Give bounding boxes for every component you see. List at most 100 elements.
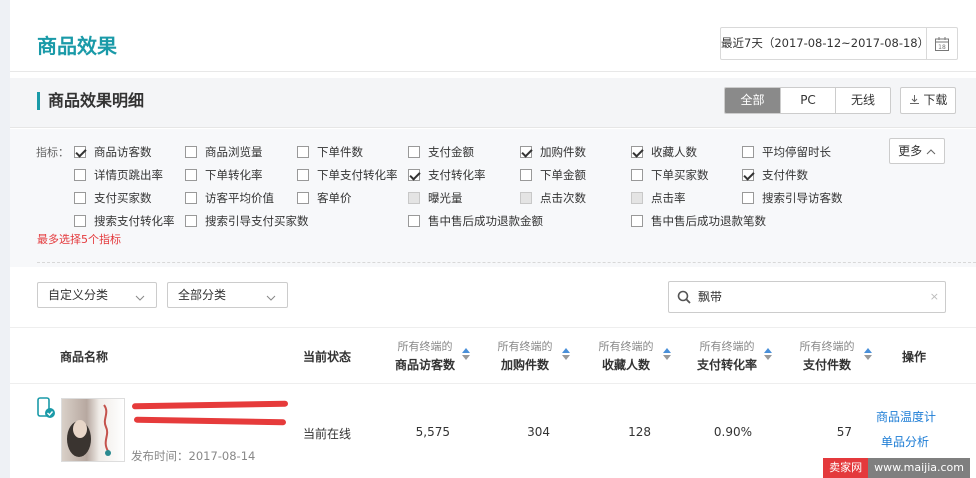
tab-pc[interactable]: PC <box>780 88 835 113</box>
sort-icon[interactable] <box>864 348 872 363</box>
checkbox-box[interactable] <box>742 146 754 158</box>
col-metric-header[interactable]: 所有终端的 商品访客数 <box>390 337 460 375</box>
sort-icon[interactable] <box>764 348 772 363</box>
more-button[interactable]: 更多 <box>889 138 945 164</box>
checkbox-box[interactable] <box>185 192 197 204</box>
checkbox-box[interactable] <box>742 169 754 181</box>
metric-checkbox[interactable]: 收藏人数 <box>631 144 697 160</box>
checkbox-box[interactable] <box>631 146 643 158</box>
checkbox-box[interactable] <box>520 192 532 204</box>
metric-checkbox[interactable]: 下单金额 <box>520 167 586 183</box>
checkbox-box[interactable] <box>74 169 86 181</box>
col-product-name: 商品名称 <box>60 350 109 364</box>
metric-checkbox[interactable]: 支付买家数 <box>74 190 152 206</box>
date-range-text[interactable]: 最近7天（2017-08-12~2017-08-18） <box>721 28 929 59</box>
checkbox-box[interactable] <box>185 146 197 158</box>
date-range-picker[interactable]: 最近7天（2017-08-12~2017-08-18） 18 <box>720 27 958 60</box>
sort-icon[interactable] <box>663 348 671 363</box>
checkbox-box[interactable] <box>631 215 643 227</box>
metric-checkbox[interactable]: 平均停留时长 <box>742 144 831 160</box>
metric-checkbox[interactable]: 搜索引导支付买家数 <box>185 213 309 229</box>
metric-checkbox[interactable]: 访客平均价值 <box>185 190 274 206</box>
col-metric-header[interactable]: 所有终端的 收藏人数 <box>591 337 661 375</box>
product-title-redacted[interactable] <box>131 400 292 428</box>
checkbox-box[interactable] <box>520 146 532 158</box>
checkbox-box[interactable] <box>408 192 420 204</box>
metric-checkbox[interactable]: 加购件数 <box>520 144 586 160</box>
metric-checkbox-label: 下单支付转化率 <box>317 168 398 182</box>
clear-icon[interactable]: × <box>930 282 939 312</box>
checkbox-box[interactable] <box>74 146 86 158</box>
item-analysis-link[interactable]: 单品分析 <box>881 433 929 450</box>
metric-checkbox[interactable]: 点击次数 <box>520 190 586 206</box>
sort-icon[interactable] <box>562 348 570 363</box>
checkbox-box[interactable] <box>185 215 197 227</box>
col-metric-prefix: 所有终端的 <box>497 340 553 353</box>
product-thumbnail[interactable] <box>61 398 125 462</box>
checkbox-box[interactable] <box>185 169 197 181</box>
checkbox-box[interactable] <box>408 169 420 181</box>
mobile-icon <box>36 397 56 422</box>
search-icon <box>677 290 691 307</box>
col-metric-prefix: 所有终端的 <box>598 340 654 353</box>
metric-checkbox-label: 支付买家数 <box>94 191 152 205</box>
metric-checkbox[interactable]: 点击率 <box>631 190 686 206</box>
metric-checkbox-label: 平均停留时长 <box>762 145 831 159</box>
metric-label: 指标： <box>36 146 69 159</box>
checkbox-box[interactable] <box>742 192 754 204</box>
metric-checkbox-label: 售中售后成功退款笔数 <box>651 214 766 228</box>
tab-mobile[interactable]: 无线 <box>835 88 890 113</box>
table-header: 商品名称 当前状态 操作 所有终端的 商品访客数 所有终端的 加购件数 所有终端的 收藏人… <box>10 327 976 384</box>
sort-icon[interactable] <box>462 348 470 363</box>
more-label: 更多 <box>898 144 923 158</box>
checkbox-box[interactable] <box>74 192 86 204</box>
all-category-dropdown[interactable]: 全部分类 <box>167 282 288 308</box>
metric-checkbox-label: 搜索引导访客数 <box>762 191 843 205</box>
metric-checkbox[interactable]: 下单件数 <box>297 144 363 160</box>
metric-checkbox[interactable]: 下单买家数 <box>631 167 709 183</box>
metric-checkbox[interactable]: 支付金额 <box>408 144 474 160</box>
checkbox-box[interactable] <box>631 192 643 204</box>
metric-checkbox-label: 点击率 <box>651 191 686 205</box>
metric-checkbox-label: 加购件数 <box>540 145 586 159</box>
metric-checkbox-label: 搜索支付转化率 <box>94 214 175 228</box>
search-input[interactable]: 飘带 <box>698 282 722 312</box>
checkbox-box[interactable] <box>631 169 643 181</box>
metric-checkbox[interactable]: 搜索支付转化率 <box>74 213 175 229</box>
metric-checkbox[interactable]: 支付件数 <box>742 167 808 183</box>
metric-checkbox-label: 收藏人数 <box>651 145 697 159</box>
metric-checkbox[interactable]: 曝光量 <box>408 190 463 206</box>
checkbox-box[interactable] <box>520 169 532 181</box>
metric-checkbox[interactable]: 下单支付转化率 <box>297 167 398 183</box>
metric-checkbox[interactable]: 售中售后成功退款金额 <box>408 213 543 229</box>
col-action: 操作 <box>902 350 927 364</box>
checkbox-box[interactable] <box>297 192 309 204</box>
col-metric-header[interactable]: 所有终端的 支付件数 <box>792 337 862 375</box>
metric-checkbox[interactable]: 支付转化率 <box>408 167 486 183</box>
checkbox-box[interactable] <box>297 146 309 158</box>
metric-checkbox-label: 支付金额 <box>428 145 474 159</box>
col-metric-header[interactable]: 所有终端的 加购件数 <box>490 337 560 375</box>
metric-checkbox[interactable]: 商品访客数 <box>74 144 152 160</box>
checkbox-box[interactable] <box>74 215 86 227</box>
metric-checkbox[interactable]: 商品浏览量 <box>185 144 263 160</box>
metric-checkbox[interactable]: 搜索引导访客数 <box>742 190 843 206</box>
chevron-down-icon <box>265 288 277 312</box>
search-box[interactable]: 飘带 × <box>668 281 946 313</box>
checkbox-box[interactable] <box>408 146 420 158</box>
custom-category-dropdown[interactable]: 自定义分类 <box>37 282 157 308</box>
checkbox-box[interactable] <box>297 169 309 181</box>
metric-checkbox[interactable]: 下单转化率 <box>185 167 263 183</box>
checkbox-box[interactable] <box>408 215 420 227</box>
metric-checkbox[interactable]: 详情页跳出率 <box>74 167 163 183</box>
metric-checkbox[interactable]: 客单价 <box>297 190 352 206</box>
tab-all[interactable]: 全部 <box>725 88 780 113</box>
metric-checkbox[interactable]: 售中售后成功退款笔数 <box>631 213 766 229</box>
max-selection-warning: 最多选择5个指标 <box>37 233 121 246</box>
product-thermometer-link[interactable]: 商品温度计 <box>876 408 936 425</box>
calendar-icon[interactable]: 18 <box>927 36 957 52</box>
download-button[interactable]: 下载 <box>900 87 956 114</box>
col-metric-header[interactable]: 所有终端的 支付转化率 <box>692 337 762 375</box>
metric-checkbox-label: 详情页跳出率 <box>94 168 163 182</box>
watermark: 卖家网 www.maijia.com <box>823 458 970 478</box>
